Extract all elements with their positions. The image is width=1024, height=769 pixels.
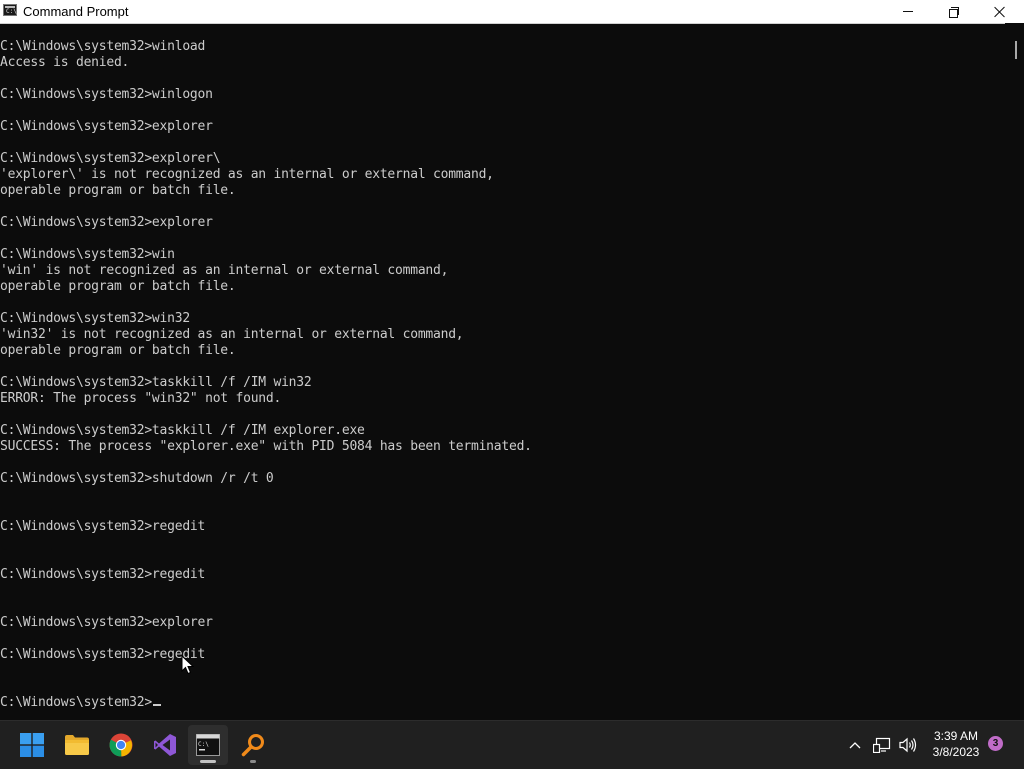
vertical-scrollbar[interactable] [1005, 23, 1024, 725]
console-line: operable program or batch file. [0, 183, 236, 198]
chrome-button[interactable] [101, 725, 141, 765]
visual-studio-button[interactable] [145, 725, 185, 765]
console-line: C:\Windows\system32>winlogon [0, 87, 213, 102]
console-line: C:\Windows\system32>explorer [0, 615, 213, 630]
scrollbar-thumb[interactable] [1015, 41, 1017, 59]
console-line: C:\Windows\system32>win [0, 247, 175, 262]
console-line: C:\Windows\system32>explorer\ [0, 151, 221, 166]
clock-time: 3:39 AM [933, 729, 979, 743]
magnifier-icon [241, 734, 264, 757]
command-prompt-taskbar-button[interactable]: C:\ [188, 725, 228, 765]
console-line: C:\Windows\system32> [0, 695, 532, 711]
speaker-icon [899, 737, 917, 753]
clock[interactable]: 3:39 AM 3/8/2023 [922, 728, 990, 760]
console-line: C:\Windows\system32>shutdown /r /t 0 [0, 471, 274, 486]
active-app-indicator [200, 760, 216, 763]
title-bar[interactable]: C:\ Command Prompt [0, 0, 1024, 24]
terminal-icon: C:\ [196, 734, 220, 756]
chrome-icon [109, 733, 133, 757]
console-output[interactable]: C:\Windows\system32>winload Access is den… [0, 23, 1005, 725]
restore-icon [949, 6, 959, 18]
minimize-button[interactable] [885, 0, 931, 23]
network-icon [873, 737, 891, 753]
window-title: Command Prompt [23, 4, 129, 19]
console-line: 'win' is not recognized as an internal o… [0, 263, 449, 278]
notification-badge[interactable]: 3 [988, 736, 1003, 751]
console-line: operable program or batch file. [0, 343, 236, 358]
close-button[interactable] [977, 0, 1023, 23]
console-lines: C:\Windows\system32>winload Access is den… [0, 39, 532, 711]
console-line: C:\Windows\system32>taskkill /f /IM win3… [0, 375, 312, 390]
console-line: C:\Windows\system32>regedit [0, 647, 206, 662]
console-line: C:\Windows\system32>regedit [0, 567, 206, 582]
command-prompt-icon-glyph: C:\ [6, 8, 17, 15]
console-line: 'explorer\' is not recognized as an inte… [0, 167, 494, 182]
text-cursor [152, 704, 161, 706]
start-button[interactable] [12, 725, 52, 765]
console-line: SUCCESS: The process "explorer.exe" with… [0, 439, 532, 454]
taskbar: C:\ 3:39 AM 3/8/2023 [0, 720, 1024, 769]
windows-logo-icon [20, 733, 44, 757]
console-line: Access is denied. [0, 55, 130, 70]
console-line: C:\Windows\system32>taskkill /f /IM expl… [0, 423, 365, 438]
console-line: ERROR: The process "win32" not found. [0, 391, 282, 406]
chevron-up-icon [849, 742, 861, 749]
close-icon [994, 6, 1006, 18]
mouse-pointer-icon [181, 655, 195, 675]
folder-icon [65, 735, 89, 755]
restore-button[interactable] [931, 0, 977, 23]
command-prompt-icon[interactable]: C:\ [3, 4, 17, 16]
clock-date: 3/8/2023 [932, 745, 980, 759]
network-button[interactable] [870, 721, 894, 769]
console-line: C:\Windows\system32>explorer [0, 119, 213, 134]
svg-text:C:\: C:\ [198, 741, 209, 748]
show-hidden-icons-button[interactable] [844, 721, 866, 769]
visual-studio-icon [154, 734, 176, 756]
console-line: C:\Windows\system32>explorer [0, 215, 213, 230]
console-line: 'win32' is not recognized as an internal… [0, 327, 464, 342]
file-explorer-button[interactable] [57, 725, 97, 765]
console-line: operable program or batch file. [0, 279, 236, 294]
console-line: C:\Windows\system32>winload [0, 39, 206, 54]
console-line: C:\Windows\system32>regedit [0, 519, 206, 534]
minimize-icon [903, 11, 913, 12]
console-line: C:\Windows\system32>win32 [0, 311, 190, 326]
search-app-button[interactable] [233, 725, 273, 765]
volume-button[interactable] [896, 721, 920, 769]
running-app-indicator [250, 760, 256, 763]
